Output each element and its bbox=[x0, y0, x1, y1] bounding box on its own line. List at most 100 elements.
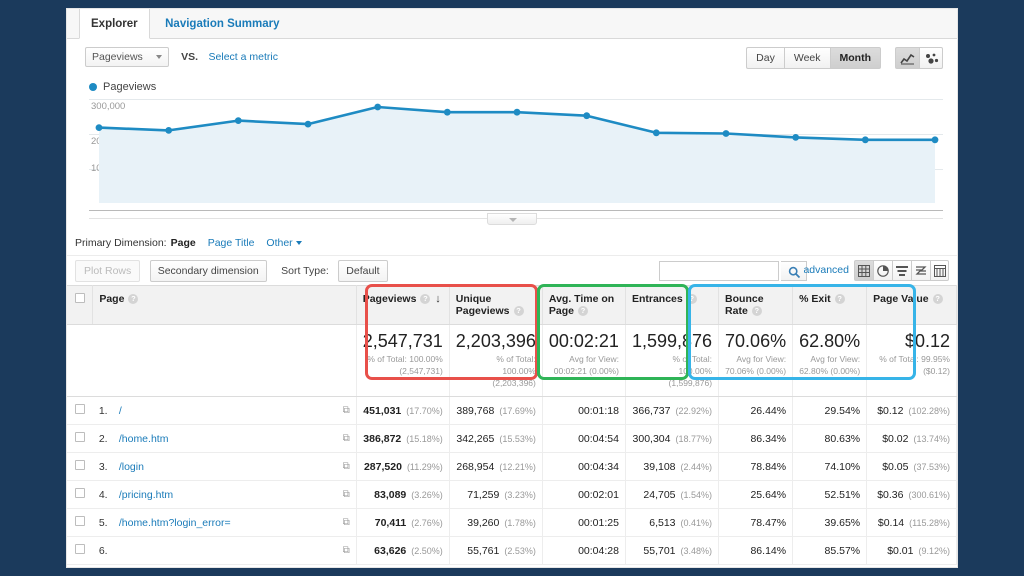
chart-point-2[interactable] bbox=[165, 127, 173, 134]
secondary-dimension-select[interactable]: Secondary dimension bbox=[149, 260, 267, 282]
row-select-cell[interactable] bbox=[67, 536, 93, 565]
granularity-week[interactable]: Week bbox=[783, 47, 830, 69]
col-header-unique-pageviews[interactable]: Unique Pageviews? bbox=[449, 285, 543, 325]
col-header-exit-pct[interactable]: % Exit? bbox=[792, 285, 868, 325]
bar-view-icon[interactable] bbox=[892, 260, 911, 281]
tab-navigation-summary[interactable]: Navigation Summary bbox=[154, 9, 290, 38]
col-header-page[interactable]: Page? bbox=[92, 285, 357, 325]
row-page-link[interactable]: /home.htm bbox=[119, 433, 169, 445]
open-external-icon[interactable]: ⧉ bbox=[343, 433, 350, 444]
open-external-icon[interactable]: ⧉ bbox=[343, 405, 350, 416]
metric-select[interactable]: Pageviews bbox=[85, 47, 169, 67]
help-icon-pageviews[interactable]: ? bbox=[420, 294, 431, 305]
row-page-link[interactable]: / bbox=[119, 405, 122, 417]
pivot-view-icon[interactable] bbox=[930, 260, 949, 281]
help-icon-unique-pageviews[interactable]: ? bbox=[513, 306, 524, 317]
motion-chart-icon[interactable] bbox=[919, 47, 943, 69]
select-a-metric-link[interactable]: Select a metric bbox=[209, 51, 278, 63]
row-exit-pct-value: 39.65% bbox=[824, 516, 861, 529]
select-all-cell[interactable] bbox=[67, 285, 94, 325]
row-page-link[interactable]: /login bbox=[119, 461, 144, 473]
col-header-pageviews[interactable]: ↓ Pageviews? bbox=[356, 285, 450, 325]
primary-dimension-page-title[interactable]: Page Title bbox=[208, 237, 255, 249]
col-header-avg-time[interactable]: Avg. Time on Page? bbox=[542, 285, 626, 325]
help-icon-exit-pct[interactable]: ? bbox=[834, 294, 845, 305]
row-pageviews-pct: (3.26%) bbox=[411, 489, 443, 500]
table-row[interactable]: 3. /login ⧉ 287,520 (11.29%) 268,954 (12.21%) 0… bbox=[67, 452, 957, 481]
row-select-cell[interactable] bbox=[67, 452, 93, 481]
table-row[interactable]: 2. /home.htm ⧉ 386,872 (15.18%) 342,265 (15.53… bbox=[67, 424, 957, 453]
chart-point-12[interactable] bbox=[861, 136, 869, 144]
row-bounce-rate-value: 26.44% bbox=[750, 404, 787, 417]
primary-dimension-label: Primary Dimension: bbox=[75, 237, 167, 249]
row-page-value-pct: (37.53%) bbox=[913, 461, 950, 472]
plot-rows-button[interactable]: Plot Rows bbox=[75, 260, 141, 282]
row-select-cell[interactable] bbox=[67, 508, 93, 537]
table-row[interactable]: 5. /home.htm?login_error= ⧉ 70,411 (2.76%) 39… bbox=[67, 508, 957, 537]
table-view-icon[interactable] bbox=[854, 260, 873, 281]
metric-selector-row: Pageviews VS. Select a metric Day Week Mon… bbox=[67, 39, 957, 77]
row-page-value-value: $0.14 bbox=[877, 516, 905, 529]
row-page-cell: 1. / ⧉ bbox=[92, 396, 357, 425]
open-external-icon[interactable]: ⧉ bbox=[343, 517, 350, 528]
primary-dimension-current[interactable]: Page bbox=[171, 237, 196, 249]
row-page-link[interactable]: /pricing.htm bbox=[119, 489, 173, 501]
row-checkbox[interactable] bbox=[74, 404, 85, 414]
help-icon-bounce-rate[interactable]: ? bbox=[751, 306, 762, 317]
col-header-entrances[interactable]: Entrances? bbox=[625, 285, 720, 325]
table-row[interactable]: 4. /pricing.htm ⧉ 83,089 (3.26%) 71,259 (3.23%… bbox=[67, 480, 957, 509]
row-checkbox[interactable] bbox=[74, 544, 85, 554]
sort-type-select[interactable]: Default bbox=[338, 260, 388, 282]
row-page-link[interactable]: /home.htm?login_error= bbox=[119, 517, 231, 529]
summary-exit-pct: 62.80% Avg for View: 62.80% (0.00%) bbox=[792, 324, 868, 397]
chart-point-4[interactable] bbox=[304, 120, 312, 128]
chart-point-7[interactable] bbox=[513, 108, 521, 116]
table-row[interactable]: 1. / ⧉ 451,031 (17.70%) 389,768 (17.69%) 00:01:… bbox=[67, 396, 957, 425]
row-avg-time-value: 00:01:25 bbox=[578, 516, 619, 529]
chart-point-10[interactable] bbox=[722, 130, 730, 137]
row-pageviews-pct: (15.18%) bbox=[406, 433, 443, 444]
help-icon-page-value[interactable]: ? bbox=[932, 294, 943, 305]
line-chart-icon[interactable] bbox=[895, 47, 919, 69]
select-all-checkbox[interactable] bbox=[74, 293, 85, 303]
granularity-month[interactable]: Month bbox=[829, 47, 881, 69]
help-icon-page[interactable]: ? bbox=[128, 294, 139, 305]
chart-point-9[interactable] bbox=[652, 129, 660, 137]
help-icon-entrances[interactable]: ? bbox=[686, 294, 697, 305]
open-external-icon[interactable]: ⧉ bbox=[343, 545, 350, 556]
row-select-cell[interactable] bbox=[67, 424, 93, 453]
row-bounce-rate-value: 78.84% bbox=[750, 460, 787, 473]
table-search-input[interactable] bbox=[659, 261, 779, 281]
chart-point-3[interactable] bbox=[234, 117, 242, 124]
summary-bounce-rate: 70.06% Avg for View: 70.06% (0.00%) bbox=[718, 324, 794, 397]
pie-view-icon[interactable] bbox=[873, 260, 892, 281]
comparison-view-icon[interactable] bbox=[911, 260, 930, 281]
open-external-icon[interactable]: ⧉ bbox=[343, 489, 350, 500]
summary-bounce-rate-value: 70.06% bbox=[725, 331, 787, 351]
chart-range-slider-handle[interactable] bbox=[487, 213, 537, 225]
advanced-link[interactable]: advanced bbox=[803, 264, 849, 276]
tab-explorer[interactable]: Explorer bbox=[79, 9, 150, 39]
chart-point-13[interactable] bbox=[931, 136, 939, 144]
chart-point-1[interactable] bbox=[95, 124, 103, 131]
row-select-cell[interactable] bbox=[67, 396, 93, 425]
row-pageviews-cell: 287,520 (11.29%) bbox=[356, 452, 450, 481]
open-external-icon[interactable]: ⧉ bbox=[343, 461, 350, 472]
table-row[interactable]: 6. ⧉ 63,626 (2.50%) 55,761 (2.53%) 00:04:28 55,… bbox=[67, 536, 957, 565]
chart-point-11[interactable] bbox=[792, 134, 800, 141]
row-select-cell[interactable] bbox=[67, 480, 93, 509]
row-pageviews-value: 287,520 bbox=[363, 460, 402, 473]
chart-point-5[interactable] bbox=[374, 103, 382, 111]
help-icon-avg-time[interactable]: ? bbox=[577, 306, 588, 317]
row-checkbox[interactable] bbox=[74, 488, 85, 498]
date-granularity-group: Day Week Month bbox=[746, 47, 881, 69]
chart-point-6[interactable] bbox=[443, 108, 451, 116]
chart-point-8[interactable] bbox=[583, 112, 591, 120]
col-header-bounce-rate[interactable]: Bounce Rate? bbox=[718, 285, 794, 325]
primary-dimension-other[interactable]: Other bbox=[266, 237, 292, 249]
row-checkbox[interactable] bbox=[74, 460, 85, 470]
granularity-day[interactable]: Day bbox=[746, 47, 784, 69]
row-checkbox[interactable] bbox=[74, 432, 85, 442]
col-header-page-value[interactable]: Page Value? bbox=[866, 285, 957, 325]
row-checkbox[interactable] bbox=[74, 516, 85, 526]
